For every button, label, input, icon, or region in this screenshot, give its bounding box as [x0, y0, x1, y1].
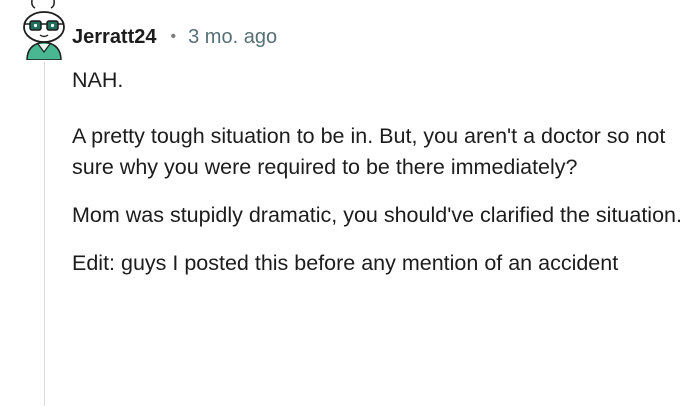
- comment-paragraph: NAH.: [72, 68, 124, 92]
- username-link[interactable]: Jerratt24: [72, 26, 157, 49]
- comment-paragraph: Edit: guys I posted this before any ment…: [72, 251, 619, 275]
- comment-paragraph: A pretty tough situation to be in. But, …: [72, 124, 666, 179]
- meta-separator: •: [170, 28, 177, 45]
- comment-body: NAH. A pretty tough situation to be in. …: [72, 65, 682, 279]
- thread-line[interactable]: [44, 62, 45, 406]
- comment-paragraph: Mom was stupidly dramatic, you should've…: [72, 203, 682, 227]
- comment-header: Jerratt24 • 3 mo. ago: [72, 24, 277, 50]
- user-avatar-icon[interactable]: [21, 0, 67, 60]
- comment-timestamp[interactable]: 3 mo. ago: [188, 26, 277, 49]
